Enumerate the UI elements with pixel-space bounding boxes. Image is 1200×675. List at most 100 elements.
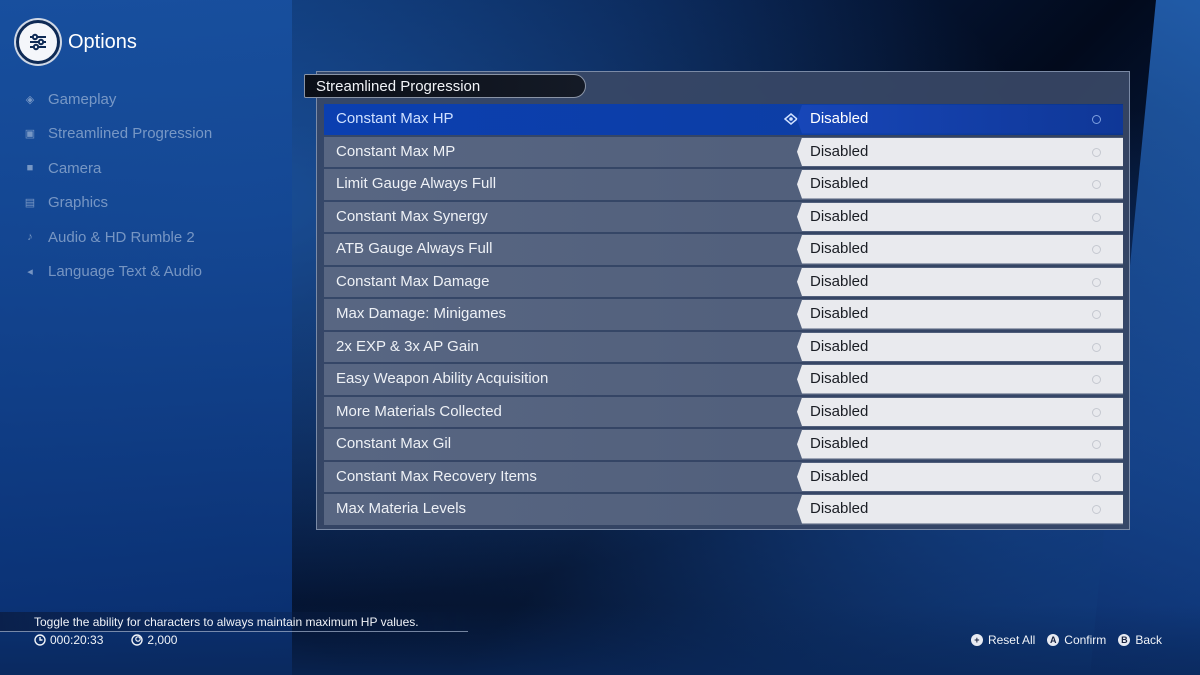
back-button[interactable]: B Back (1118, 633, 1162, 647)
setting-value-toggle[interactable]: Disabled (797, 462, 1123, 491)
setting-value-toggle[interactable]: Disabled (797, 137, 1123, 166)
confirm-button[interactable]: A Confirm (1047, 633, 1106, 647)
setting-row-constant-max-hp[interactable]: Constant Max HP Disabled (324, 104, 1123, 135)
setting-value: Disabled (810, 337, 869, 355)
sidebar-item-label: Streamlined Progression (48, 125, 213, 143)
setting-label: Constant Max Synergy (336, 207, 488, 225)
setting-label: Constant Max Damage (336, 272, 490, 290)
setting-value: Disabled (810, 240, 869, 257)
indicator-icon (1092, 147, 1101, 157)
options-header: Options (16, 20, 137, 64)
setting-value: Disabled (810, 305, 869, 322)
setting-value-toggle[interactable]: Disabled (797, 267, 1123, 296)
setting-value: Disabled (810, 272, 869, 290)
camera-icon: ■ (26, 162, 34, 175)
setting-row-exp-ap-gain[interactable]: 2x EXP & 3x AP Gain Disabled (324, 331, 1123, 362)
playtime-value: 000:20:33 (50, 633, 104, 647)
sidebar-item-label: Audio & HD Rumble 2 (48, 228, 195, 246)
setting-label: Constant Max Recovery Items (336, 467, 537, 485)
playtime: 000:20:33 (34, 633, 103, 647)
sidebar-item-audio[interactable]: ♪ Audio & HD Rumble 2 (22, 220, 212, 255)
player-stats: 000:20:33 2,000 (34, 633, 205, 647)
indicator-icon (1092, 245, 1101, 254)
language-icon: ◂ (27, 266, 33, 279)
setting-label: Constant Max MP (336, 142, 456, 160)
control-label: Confirm (1064, 633, 1107, 647)
sidebar-item-language[interactable]: ◂ Language Text & Audio (22, 255, 212, 290)
sidebar: ◈ Gameplay ▣ Streamlined Progression ■ C… (22, 82, 212, 289)
setting-row-max-materia-levels[interactable]: Max Materia Levels Disabled (324, 494, 1123, 525)
indicator-icon (1092, 180, 1101, 189)
setting-value: Disabled (810, 110, 869, 127)
setting-value: Disabled (810, 467, 869, 485)
setting-value-toggle[interactable]: Disabled (797, 397, 1123, 426)
gil-coin-icon (131, 634, 144, 646)
setting-row-limit-gauge[interactable]: Limit Gauge Always Full Disabled (324, 169, 1123, 200)
setting-value: Disabled (810, 175, 869, 192)
help-text: Toggle the ability for characters to alw… (34, 615, 419, 629)
settings-sliders-icon (16, 20, 60, 64)
gil: 2,000 (131, 633, 177, 647)
setting-value-toggle[interactable]: Disabled (797, 365, 1123, 394)
sidebar-item-label: Language Text & Audio (48, 263, 203, 281)
setting-row-max-damage-minigames[interactable]: Max Damage: Minigames Disabled (324, 299, 1123, 330)
control-label: Reset All (987, 633, 1036, 647)
setting-row-constant-max-gil[interactable]: Constant Max Gil Disabled (324, 429, 1123, 460)
setting-value-toggle[interactable]: Disabled (797, 105, 1123, 134)
a-button-icon: A (1047, 634, 1060, 646)
clock-icon (34, 634, 46, 646)
setting-row-constant-max-recovery[interactable]: Constant Max Recovery Items Disabled (324, 461, 1123, 492)
gameplay-icon: ◈ (25, 93, 35, 106)
setting-value: Disabled (810, 402, 869, 420)
setting-value-toggle[interactable]: Disabled (797, 235, 1123, 264)
setting-label: Max Materia Levels (336, 500, 467, 517)
sidebar-item-camera[interactable]: ■ Camera (22, 151, 212, 186)
setting-label: ATB Gauge Always Full (336, 240, 493, 257)
panel-title: Streamlined Progression (304, 74, 586, 98)
indicator-icon (1092, 505, 1101, 514)
setting-row-constant-max-synergy[interactable]: Constant Max Synergy Disabled (324, 201, 1123, 232)
b-button-icon: B (1118, 634, 1131, 646)
sidebar-item-graphics[interactable]: ▤ Graphics (22, 186, 212, 221)
setting-label: Easy Weapon Ability Acquisition (336, 370, 549, 387)
indicator-icon (1092, 407, 1101, 417)
setting-value-toggle[interactable]: Disabled (797, 430, 1123, 459)
setting-row-more-materials[interactable]: More Materials Collected Disabled (324, 396, 1123, 427)
indicator-icon (1092, 212, 1101, 222)
setting-value: Disabled (810, 370, 869, 387)
sidebar-item-label: Graphics (48, 194, 109, 212)
page-title: Options (68, 30, 137, 53)
progression-icon: ▣ (24, 128, 36, 141)
setting-value-toggle[interactable]: Disabled (797, 332, 1123, 361)
button-prompts: + Reset All A Confirm B Back (959, 633, 1162, 647)
gil-value: 2,000 (147, 633, 178, 647)
setting-label: Max Damage: Minigames (336, 305, 507, 322)
setting-label: Constant Max HP (336, 110, 454, 127)
indicator-icon (1092, 115, 1101, 124)
setting-value-toggle[interactable]: Disabled (797, 202, 1123, 231)
setting-value: Disabled (810, 207, 869, 225)
setting-row-constant-max-mp[interactable]: Constant Max MP Disabled (324, 136, 1123, 167)
indicator-icon (1092, 342, 1101, 352)
setting-label: Constant Max Gil (336, 435, 452, 452)
reset-all-button[interactable]: + Reset All (970, 633, 1036, 647)
setting-value-toggle[interactable]: Disabled (797, 170, 1123, 199)
setting-value: Disabled (810, 500, 869, 517)
indicator-icon (1092, 310, 1101, 319)
setting-row-atb-gauge[interactable]: ATB Gauge Always Full Disabled (324, 234, 1123, 265)
audio-icon: ♪ (27, 231, 33, 244)
setting-value: Disabled (810, 142, 869, 160)
setting-row-constant-max-damage[interactable]: Constant Max Damage Disabled (324, 266, 1123, 297)
indicator-icon (1092, 375, 1101, 384)
sidebar-item-label: Camera (48, 159, 102, 177)
sidebar-item-streamlined-progression[interactable]: ▣ Streamlined Progression (22, 117, 212, 152)
indicator-icon (1092, 440, 1101, 449)
setting-value-toggle[interactable]: Disabled (797, 495, 1123, 524)
setting-value-toggle[interactable]: Disabled (797, 300, 1123, 329)
sidebar-item-gameplay[interactable]: ◈ Gameplay (22, 82, 212, 117)
selection-cursor-icon (784, 113, 798, 125)
setting-row-easy-weapon-ability[interactable]: Easy Weapon Ability Acquisition Disabled (324, 364, 1123, 395)
indicator-icon (1092, 277, 1101, 287)
graphics-icon: ▤ (24, 197, 36, 210)
setting-label: More Materials Collected (336, 402, 502, 420)
